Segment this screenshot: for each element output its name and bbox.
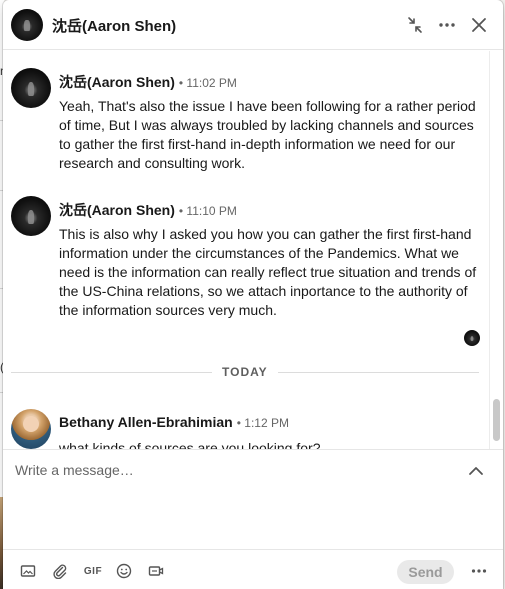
message-list[interactable]: 沈岳(Aaron Shen) • 11:02 PM Yeah, That's al… bbox=[3, 51, 503, 449]
sender-name[interactable]: 沈岳(Aaron Shen) bbox=[59, 202, 175, 218]
message-input[interactable] bbox=[15, 462, 455, 542]
composer-more-button[interactable] bbox=[468, 560, 490, 582]
avatar[interactable] bbox=[11, 196, 51, 236]
message-sender[interactable]: 沈岳(Aaron Shen) • 11:02 PM bbox=[59, 72, 237, 92]
scrollbar[interactable] bbox=[493, 399, 500, 441]
sender-name[interactable]: Bethany Allen-Ebrahimian bbox=[59, 414, 233, 430]
image-icon bbox=[20, 565, 36, 577]
avatar[interactable] bbox=[11, 409, 51, 449]
paperclip-icon bbox=[53, 564, 67, 579]
ellipsis-icon bbox=[439, 23, 455, 27]
message-composer bbox=[3, 449, 503, 549]
message-sender[interactable]: 沈岳(Aaron Shen) • 11:10 PM bbox=[59, 200, 237, 220]
composer-toolbar: GIF Send bbox=[3, 549, 503, 589]
message-time: • 11:02 PM bbox=[178, 76, 237, 90]
expand-composer-button[interactable] bbox=[465, 460, 487, 482]
conversation-title[interactable]: 沈岳(Aaron Shen) bbox=[52, 15, 176, 36]
gif-button[interactable]: GIF bbox=[81, 560, 105, 582]
ellipsis-icon bbox=[471, 569, 487, 573]
more-options-button[interactable] bbox=[435, 13, 459, 37]
avatar[interactable] bbox=[11, 9, 43, 41]
emoji-button[interactable] bbox=[113, 560, 135, 582]
close-icon bbox=[472, 18, 486, 32]
video-icon bbox=[148, 566, 164, 576]
message-item: 沈岳(Aaron Shen) • 11:02 PM Yeah, That's al… bbox=[3, 68, 483, 178]
send-button[interactable]: Send bbox=[397, 560, 454, 584]
smiley-icon bbox=[116, 563, 132, 579]
message-sender[interactable]: Bethany Allen-Ebrahimian • 1:12 PM bbox=[59, 414, 289, 430]
message-text: what kinds of sources are you looking fo… bbox=[59, 440, 321, 449]
read-receipt-avatar bbox=[464, 330, 480, 346]
video-meeting-button[interactable] bbox=[145, 560, 167, 582]
message-time: • 1:12 PM bbox=[236, 416, 289, 430]
conversation-header[interactable]: 沈岳(Aaron Shen) bbox=[3, 0, 503, 50]
message-time: • 11:10 PM bbox=[178, 204, 237, 218]
message-text: Yeah, That's also the issue I have been … bbox=[59, 98, 476, 171]
message-text: This is also why I asked you how you can… bbox=[59, 226, 477, 318]
messaging-window: 沈岳(Aaron Shen) 沈岳(Aaron Shen)• 11:02 PM bbox=[3, 0, 503, 589]
chevron-up-icon bbox=[469, 467, 483, 475]
avatar[interactable] bbox=[11, 68, 51, 108]
attach-image-button[interactable] bbox=[17, 560, 39, 582]
minimize-button[interactable] bbox=[403, 13, 427, 37]
day-divider-label: TODAY bbox=[212, 365, 278, 379]
scroll-divider bbox=[489, 51, 490, 449]
attach-file-button[interactable] bbox=[49, 560, 71, 582]
close-button[interactable] bbox=[467, 13, 491, 37]
collapse-arrows-icon bbox=[408, 17, 422, 33]
message-item: 沈岳(Aaron Shen) • 11:10 PM This is also wh… bbox=[3, 196, 483, 326]
sender-name[interactable]: 沈岳(Aaron Shen) bbox=[59, 74, 175, 90]
message-item: Bethany Allen-Ebrahimian • 1:12 PM what k… bbox=[3, 409, 483, 449]
